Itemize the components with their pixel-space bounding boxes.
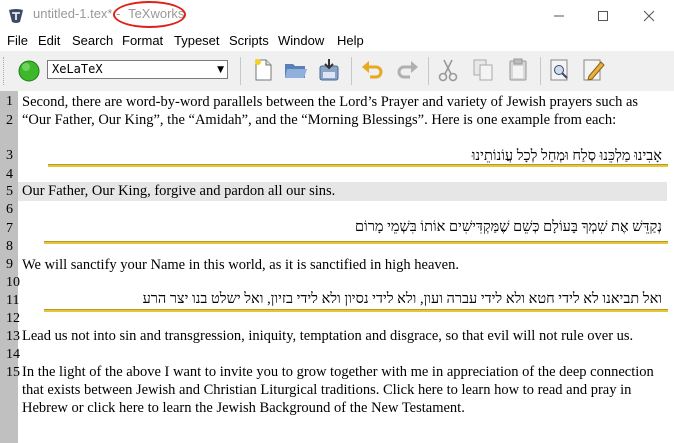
toolbar-separator (540, 57, 541, 85)
find-icon[interactable] (547, 57, 573, 83)
line-number: 3 (6, 148, 13, 163)
menu-help[interactable]: Help (337, 33, 364, 48)
minimize-icon (554, 15, 564, 16)
toolbar-grip[interactable] (3, 57, 7, 85)
text-line-15: In the light of the above I want to invi… (22, 364, 654, 380)
editor-area[interactable]: 1 2 3 4 5 6 7 8 9 10 11 12 13 14 15 Seco… (0, 91, 674, 443)
text-line-15-wrap-2: Hebrew or click here to learn the Jewish… (22, 400, 465, 416)
line-number-gutter: 1 2 3 4 5 6 7 8 9 10 11 12 13 14 15 (0, 91, 20, 443)
chevron-down-icon: ▼ (217, 65, 224, 75)
play-icon[interactable] (16, 58, 42, 84)
line-number: 15 (6, 365, 20, 380)
copy-icon[interactable] (470, 57, 496, 83)
toolbar-separator (351, 57, 352, 85)
hebrew-underline (48, 164, 668, 167)
toolbar-separator (428, 57, 429, 85)
menu-edit[interactable]: Edit (38, 33, 60, 48)
engine-value: XeLaTeX (52, 62, 103, 76)
new-document-icon[interactable] (250, 57, 276, 83)
text-line-13: Lead us not into sin and transgression, … (22, 328, 634, 344)
line-number: 14 (6, 347, 20, 362)
minimize-button[interactable] (536, 0, 582, 31)
menu-file[interactable]: File (7, 33, 28, 48)
text-line-15-wrap-1: that exists between Jewish and Christian… (22, 382, 632, 398)
menu-bar: File Edit Search Format Typeset Scripts … (0, 31, 674, 51)
red-annotation-circle (113, 1, 186, 28)
maximize-button[interactable] (580, 0, 626, 31)
open-folder-icon[interactable] (283, 57, 309, 83)
text-line-11-hebrew: ואל תביאנו לא לידי חטא ולא לידי עברה ועו… (142, 291, 662, 307)
undo-icon[interactable] (360, 57, 386, 83)
text-line-1-wrap: “Our Father, Our King”, the “Amidah”, an… (22, 112, 617, 128)
menu-scripts[interactable]: Scripts (229, 33, 269, 48)
text-line-7-hebrew: נְקַדֵּשׁ אֶת שִׁמְךָ בָּעוֹלָם כְּשֵׁם … (355, 219, 662, 235)
redo-icon[interactable] (394, 57, 420, 83)
toolbar: XeLaTeX ▼ (0, 51, 674, 92)
cut-icon[interactable] (435, 57, 461, 83)
line-number: 13 (6, 329, 20, 344)
file-title: untitled-1.tex* (33, 6, 113, 21)
line-number: 9 (6, 257, 13, 272)
close-button[interactable] (626, 0, 672, 31)
hebrew-underline (44, 241, 668, 244)
line-number: 2 (6, 113, 13, 128)
line-number: 12 (6, 311, 20, 326)
text-line-3-hebrew: אָבִינוּ מַלְכֵּנוּ סְלַח וּמְחַל לְכָל … (471, 148, 662, 164)
paste-icon[interactable] (505, 57, 531, 83)
title-bar: untitled-1.tex* - TeXworks (0, 0, 674, 31)
menu-search[interactable]: Search (72, 33, 113, 48)
typeset-engine-select[interactable]: XeLaTeX ▼ (47, 60, 228, 79)
menu-typeset[interactable]: Typeset (174, 33, 220, 48)
line-number: 11 (6, 293, 20, 308)
save-icon[interactable] (316, 57, 342, 83)
hebrew-underline (44, 309, 668, 312)
text-line-5: Our Father, Our King, forgive and pardon… (22, 183, 336, 199)
line-number: 1 (6, 94, 13, 109)
texworks-app-icon[interactable] (7, 7, 25, 25)
text-line-1: Second, there are word-by-word parallels… (22, 94, 639, 110)
line-number: 4 (6, 167, 13, 182)
line-number: 10 (6, 275, 20, 290)
edit-icon[interactable] (580, 57, 606, 83)
menu-format[interactable]: Format (122, 33, 163, 48)
line-number: 6 (6, 202, 13, 217)
line-number: 8 (6, 239, 13, 254)
line-number: 7 (6, 221, 13, 236)
text-line-9: We will sanctify your Name in this world… (22, 257, 459, 273)
line-number: 5 (6, 184, 13, 199)
maximize-icon (598, 10, 608, 21)
close-icon (643, 10, 655, 21)
menu-window[interactable]: Window (278, 33, 324, 48)
toolbar-separator (240, 57, 241, 85)
